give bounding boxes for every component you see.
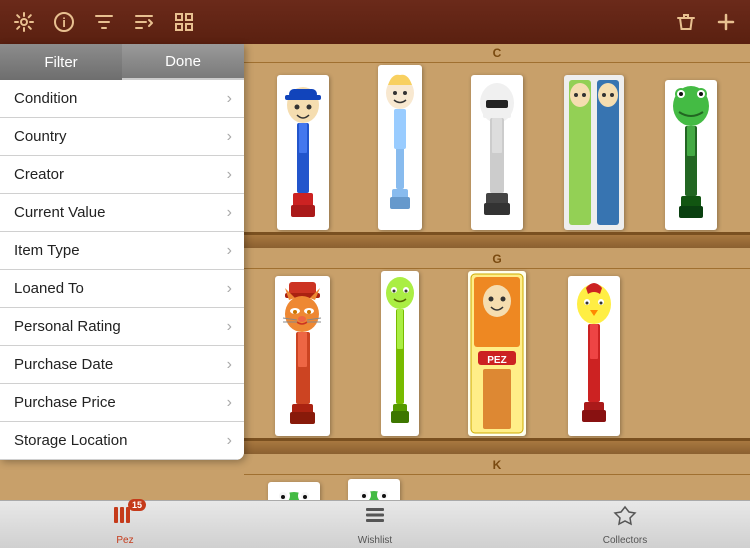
filter-header: Filter Done xyxy=(0,44,244,80)
settings-icon[interactable] xyxy=(12,10,36,34)
filter-item-creator[interactable]: Creator › xyxy=(0,156,244,194)
shelf-row-k xyxy=(244,475,750,500)
list-item[interactable] xyxy=(254,482,334,500)
shelf-plank-g xyxy=(244,438,750,454)
delete-icon[interactable] xyxy=(674,10,698,34)
chevron-icon: › xyxy=(227,204,232,222)
filter-item-personal-rating[interactable]: Personal Rating › xyxy=(0,308,244,346)
pez-tab-label: Pez xyxy=(116,535,133,546)
list-item[interactable] xyxy=(546,75,643,248)
toolbar: i xyxy=(0,0,750,44)
list-item[interactable]: PEZ xyxy=(448,271,545,454)
filter-item-storage-location[interactable]: Storage Location › xyxy=(0,422,244,460)
info-icon[interactable]: i xyxy=(52,10,76,34)
chevron-icon: › xyxy=(227,394,232,412)
pez-badge: 15 xyxy=(128,499,146,511)
filter-icon[interactable] xyxy=(92,10,116,34)
sort-icon[interactable] xyxy=(132,10,156,34)
shelf-plank-c xyxy=(244,232,750,248)
filter-item-purchase-date[interactable]: Purchase Date › xyxy=(0,346,244,384)
chevron-icon: › xyxy=(227,128,232,146)
list-item[interactable] xyxy=(643,80,740,248)
tab-collectors[interactable]: Collectors xyxy=(500,503,750,546)
list-item[interactable] xyxy=(351,65,448,248)
filter-button[interactable]: Filter xyxy=(0,44,122,80)
filter-item-loaned-to[interactable]: Loaned To › xyxy=(0,270,244,308)
filter-dropdown: Filter Done Condition › Country › Creato… xyxy=(0,44,244,460)
collectors-tab-icon xyxy=(612,503,638,533)
section-label-g: G xyxy=(244,250,750,269)
tab-bar: 15 Pez Wishlist Collectors xyxy=(0,500,750,548)
shelf-content: C xyxy=(244,44,750,500)
grid-icon[interactable] xyxy=(172,10,196,34)
pez-tab-icon: 15 xyxy=(112,503,138,533)
chevron-icon: › xyxy=(227,432,232,450)
filter-item-current-value[interactable]: Current Value › xyxy=(0,194,244,232)
section-label-k: K xyxy=(244,456,750,475)
tab-wishlist[interactable]: Wishlist xyxy=(250,503,500,546)
filter-item-country[interactable]: Country › xyxy=(0,118,244,156)
chevron-icon: › xyxy=(227,280,232,298)
toolbar-right xyxy=(674,10,738,34)
list-item[interactable] xyxy=(546,276,643,454)
done-button[interactable]: Done xyxy=(122,44,244,80)
chevron-icon: › xyxy=(227,318,232,336)
svg-text:i: i xyxy=(62,15,66,30)
toolbar-left: i xyxy=(12,10,196,34)
chevron-icon: › xyxy=(227,166,232,184)
list-item[interactable] xyxy=(254,75,351,248)
list-item[interactable] xyxy=(334,479,414,500)
list-item[interactable] xyxy=(254,276,351,454)
tab-pez[interactable]: 15 Pez xyxy=(0,503,250,546)
chevron-icon: › xyxy=(227,242,232,260)
wishlist-tab-label: Wishlist xyxy=(358,535,392,546)
shelf-row-g: PEZ xyxy=(244,269,750,454)
wishlist-tab-icon xyxy=(362,503,388,533)
filter-item-condition[interactable]: Condition › xyxy=(0,80,244,118)
list-item[interactable] xyxy=(351,271,448,454)
section-label-c: C xyxy=(244,44,750,63)
filter-item-purchase-price[interactable]: Purchase Price › xyxy=(0,384,244,422)
filter-item-item-type[interactable]: Item Type › xyxy=(0,232,244,270)
chevron-icon: › xyxy=(227,90,232,108)
shelf-row-c xyxy=(244,63,750,248)
chevron-icon: › xyxy=(227,356,232,374)
add-icon[interactable] xyxy=(714,10,738,34)
list-item[interactable] xyxy=(448,75,545,248)
collectors-tab-label: Collectors xyxy=(603,535,647,546)
svg-text:PEZ: PEZ xyxy=(487,355,506,366)
